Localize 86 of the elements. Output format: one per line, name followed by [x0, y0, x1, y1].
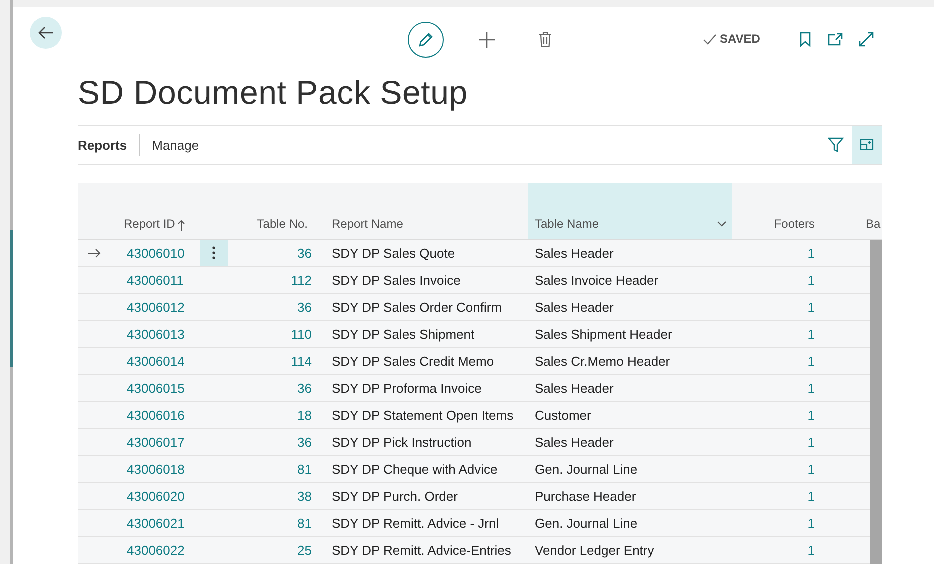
footers-link[interactable]: 1	[808, 380, 815, 396]
table-cell: Sales Header	[535, 434, 614, 450]
table-cell: Gen. Journal Line	[535, 516, 638, 530]
report-id-link[interactable]: 43006013	[127, 326, 185, 342]
scrollbar[interactable]	[870, 240, 882, 564]
filter-icon[interactable]	[828, 137, 844, 153]
report-id-link[interactable]: 43006022	[127, 542, 185, 558]
table-no-link[interactable]: 112	[291, 272, 312, 288]
footers-link[interactable]: 1	[808, 434, 815, 450]
bookmark-icon[interactable]	[800, 32, 811, 47]
column-label[interactable]: Table No.	[257, 217, 308, 231]
report-id-link[interactable]: 43006016	[127, 408, 185, 422]
more-options-icon[interactable]	[212, 246, 216, 260]
table-no-link[interactable]: 81	[298, 462, 312, 476]
report-id-link[interactable]: 43006011	[127, 272, 184, 288]
footers-link[interactable]: 1	[808, 488, 815, 504]
table-no-link[interactable]: 36	[298, 380, 312, 396]
footers-link[interactable]: 1	[808, 408, 815, 422]
table-cell: Sales Cr.Memo Header	[535, 354, 670, 368]
edit-button[interactable]	[408, 22, 444, 58]
table-cell: Sales Shipment Header	[535, 326, 672, 342]
table-cell: Sales Invoice Header	[535, 272, 659, 288]
back-button[interactable]	[30, 17, 62, 49]
table-no-link[interactable]: 25	[298, 542, 312, 558]
table-cell: SDY DP Sales Shipment	[332, 326, 475, 342]
report-id-link[interactable]: 43006015	[127, 380, 185, 396]
report-id-link[interactable]: 43006012	[127, 300, 185, 314]
table-no-link[interactable]: 36	[298, 434, 312, 450]
action-tab[interactable]: Manage	[140, 126, 212, 164]
table-cell: SDY DP Remitt. Advice - Jrnl	[332, 516, 500, 530]
table-cell: SDY DP Pick Instruction	[332, 434, 472, 450]
report-id-link[interactable]: 43006017	[127, 434, 185, 450]
expand-icon[interactable]	[859, 32, 874, 47]
table-cell: SDY DP Sales Invoice	[332, 272, 461, 288]
column-label[interactable]: Report ID	[124, 217, 176, 231]
pencil-icon[interactable]	[417, 31, 435, 49]
saved-status: SAVED	[720, 32, 760, 46]
column-label[interactable]: Table Name	[535, 217, 600, 231]
column-label[interactable]: Ba	[866, 217, 881, 231]
table-cell: Vendor Ledger Entry	[535, 542, 654, 558]
report-id-link[interactable]: 43006010	[127, 246, 185, 260]
table-cell: SDY DP Statement Open Items	[332, 408, 514, 422]
column-label[interactable]: Report Name	[332, 217, 404, 231]
table-cell: Sales Header	[535, 246, 614, 260]
footers-link[interactable]: 1	[808, 542, 815, 558]
table-cell: Gen. Journal Line	[535, 462, 638, 476]
table-cell: SDY DP Sales Quote	[332, 246, 456, 260]
footers-link[interactable]: 1	[808, 300, 815, 314]
layout-icon[interactable]	[860, 139, 874, 151]
chevron-icon[interactable]	[717, 221, 727, 227]
action-tab[interactable]: Reports	[78, 126, 140, 164]
column-label[interactable]: Footers	[774, 217, 815, 231]
table-cell: SDY DP Proforma Invoice	[332, 380, 482, 396]
delete-icon[interactable]	[539, 32, 552, 47]
table-cell: Sales Header	[535, 380, 614, 396]
table-cell: SDY DP Purch. Order	[332, 488, 458, 504]
add-icon[interactable]	[479, 32, 495, 48]
footers-link[interactable]: 1	[808, 354, 815, 368]
footers-link[interactable]: 1	[808, 516, 815, 530]
table-no-link[interactable]: 18	[298, 408, 312, 422]
share-icon[interactable]	[828, 33, 843, 46]
table-cell: Customer	[535, 408, 592, 422]
table-no-link[interactable]: 110	[291, 326, 312, 342]
footers-link[interactable]: 1	[808, 246, 815, 260]
column-header[interactable]: Table Name	[528, 183, 732, 239]
report-id-link[interactable]: 43006018	[127, 462, 185, 476]
report-id-link[interactable]: 43006021	[127, 516, 185, 530]
table-no-link[interactable]: 36	[298, 300, 312, 314]
table-cell: Purchase Header	[535, 488, 636, 504]
table-no-link[interactable]: 38	[298, 488, 312, 504]
table-cell: SDY DP Sales Order Confirm	[332, 300, 502, 314]
table-no-link[interactable]: 36	[298, 246, 312, 260]
page-title: SD Document Pack Setup	[78, 73, 469, 113]
report-id-link[interactable]: 43006014	[127, 354, 185, 368]
table-cell: SDY DP Cheque with Advice	[332, 462, 498, 476]
table-cell: Sales Header	[535, 300, 614, 314]
table-no-link[interactable]: 114	[291, 354, 312, 368]
table-cell: SDY DP Sales Credit Memo	[332, 354, 494, 368]
table-cell: SDY DP Remitt. Advice-Entries	[332, 542, 512, 558]
footers-link[interactable]: 1	[808, 462, 815, 476]
layout-button[interactable]	[852, 126, 882, 164]
report-id-link[interactable]: 43006020	[127, 488, 185, 504]
footers-link[interactable]: 1	[808, 326, 815, 342]
footers-link[interactable]: 1	[808, 272, 815, 288]
check-icon	[703, 34, 717, 44]
table-no-link[interactable]: 81	[298, 516, 312, 530]
